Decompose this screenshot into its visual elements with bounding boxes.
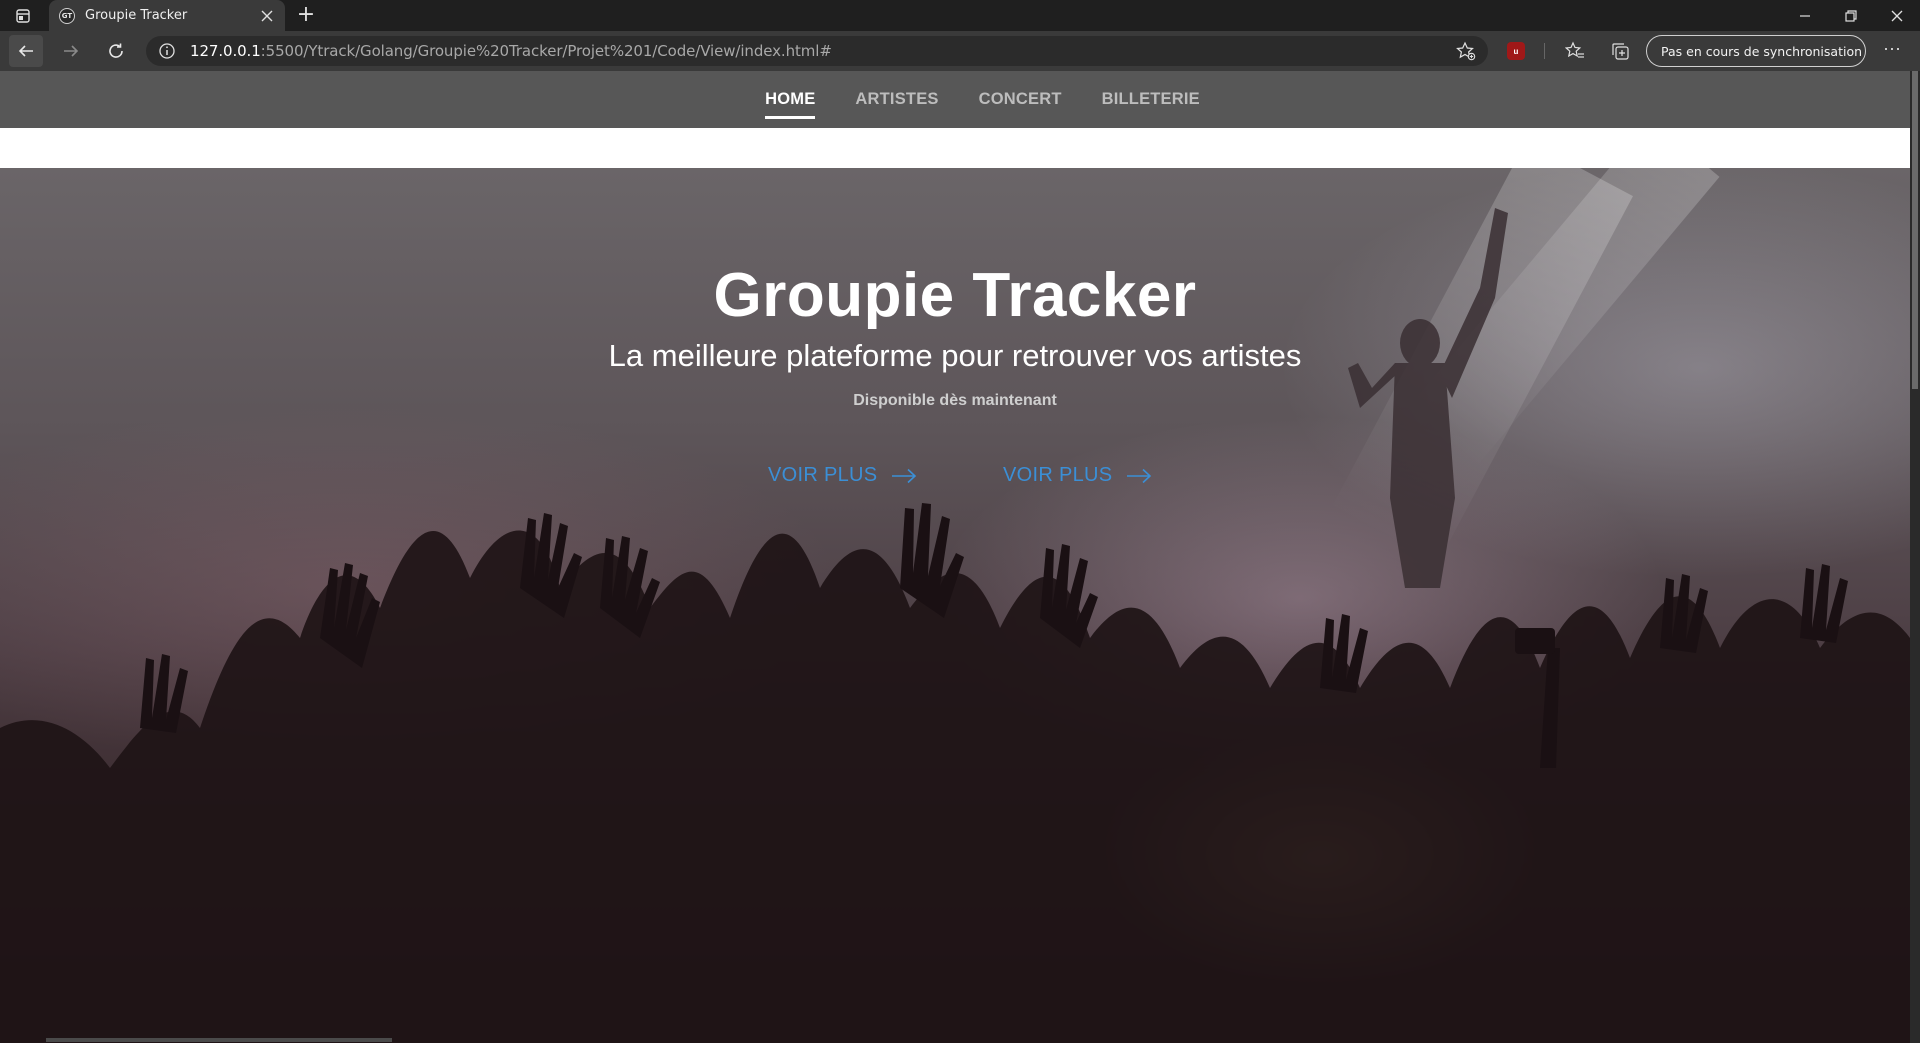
site-info-icon[interactable] (158, 42, 176, 60)
restore-icon[interactable] (1828, 0, 1874, 31)
tab-title: Groupie Tracker (85, 8, 188, 23)
sync-status-label: Pas en cours de synchronisation (1661, 43, 1863, 59)
hero-tagline: Disponible dès maintenant (853, 392, 1057, 409)
voir-plus-link-primary[interactable]: VOIR PLUS (768, 464, 917, 487)
cta-label: VOIR PLUS (1003, 464, 1113, 486)
hero-title: Groupie Tracker (713, 261, 1197, 330)
url-path: :5500/Ytrack/Golang/Groupie%20Tracker/Pr… (260, 42, 832, 60)
nav-spacer (0, 128, 1910, 168)
scrollbar-thumb[interactable] (1912, 71, 1918, 389)
hero-section: Groupie Tracker La meilleure plateforme … (0, 168, 1910, 1043)
horizontal-scrollbar[interactable] (46, 1038, 392, 1042)
browser-toolbar: 127.0.0.1:5500/Ytrack/Golang/Groupie%20T… (0, 31, 1920, 71)
url-host: 127.0.0.1 (190, 42, 261, 60)
minimize-icon[interactable] (1782, 0, 1828, 31)
forward-arrow-icon[interactable] (54, 35, 88, 67)
nav-item-concert[interactable]: CONCERT (979, 90, 1062, 109)
close-icon[interactable] (257, 6, 277, 26)
vertical-scrollbar[interactable] (1910, 71, 1920, 1043)
window-controls (1782, 0, 1920, 31)
close-window-icon[interactable] (1874, 0, 1920, 31)
cta-label: VOIR PLUS (768, 464, 878, 486)
hero-subtitle: La meilleure plateforme pour retrouver v… (608, 338, 1302, 373)
reload-icon[interactable] (99, 35, 133, 67)
site-favicon-icon: GT (59, 7, 75, 24)
add-favorite-icon[interactable] (1456, 41, 1476, 61)
arrow-right-icon (892, 468, 917, 483)
arrow-right-icon (1127, 468, 1152, 483)
nav-item-billeterie[interactable]: BILLETERIE (1102, 90, 1200, 109)
nav-item-home[interactable]: HOME (765, 90, 816, 119)
page-viewport: HOME ARTISTES CONCERT BILLETERIE Groupie… (0, 71, 1910, 1043)
profile-sync-button[interactable]: Pas en cours de synchronisation (1646, 35, 1866, 67)
more-options-icon[interactable]: ··· (1878, 39, 1906, 63)
site-navbar: HOME ARTISTES CONCERT BILLETERIE (0, 71, 1910, 128)
nav-item-artistes[interactable]: ARTISTES (855, 90, 938, 109)
back-arrow-icon[interactable] (9, 35, 43, 67)
browser-tab-active[interactable]: GT Groupie Tracker (49, 0, 285, 31)
url-text[interactable]: 127.0.0.1:5500/Ytrack/Golang/Groupie%20T… (190, 42, 832, 60)
extension-ublock-icon[interactable]: u (1507, 42, 1525, 60)
favorites-icon[interactable] (1565, 41, 1585, 61)
browser-tab-bar: GT Groupie Tracker + (0, 0, 1920, 31)
voir-plus-link-secondary[interactable]: VOIR PLUS (1003, 464, 1152, 487)
tab-actions-icon[interactable] (12, 7, 34, 25)
collections-icon[interactable] (1610, 41, 1630, 61)
new-tab-button[interactable]: + (294, 4, 318, 28)
address-bar[interactable]: 127.0.0.1:5500/Ytrack/Golang/Groupie%20T… (146, 36, 1488, 66)
toolbar-divider (1544, 43, 1545, 59)
main-menu: HOME ARTISTES CONCERT BILLETERIE (765, 90, 1200, 119)
